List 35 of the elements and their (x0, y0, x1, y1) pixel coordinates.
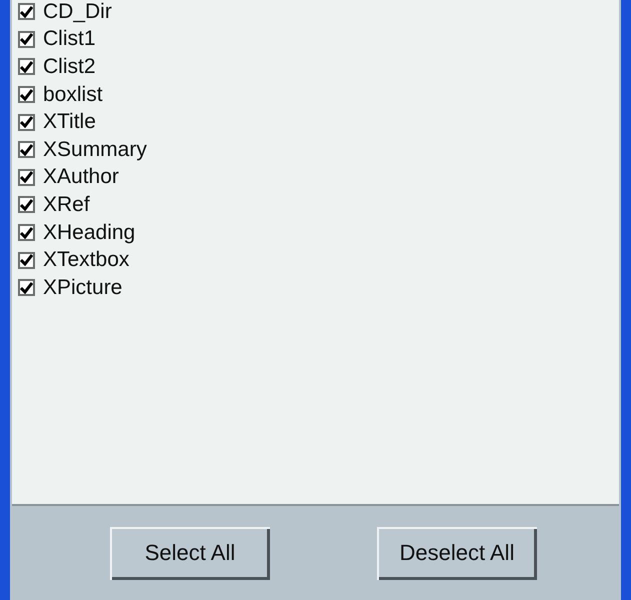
check-mark-icon (20, 116, 33, 128)
checkbox-label: XTitle (43, 110, 96, 134)
checkbox-label: Clist2 (43, 54, 96, 79)
check-mark-icon (20, 171, 33, 184)
checkbox-label: XPicture (43, 276, 122, 300)
checkbox[interactable] (18, 224, 35, 242)
checkbox[interactable] (18, 196, 35, 214)
check-mark-icon (20, 282, 33, 294)
check-mark-icon (20, 6, 33, 18)
checkbox[interactable] (18, 58, 35, 76)
checkbox-label: XRef (43, 192, 90, 217)
check-mark-icon (20, 254, 33, 266)
checkbox-label: XTextbox (43, 248, 130, 272)
check-mark-icon (20, 33, 33, 46)
checkbox-label: XSummary (43, 138, 147, 162)
checkbox-label: XAuthor (43, 165, 119, 190)
checkbox[interactable] (18, 141, 35, 158)
checkbox[interactable] (18, 168, 35, 186)
select-all-button[interactable]: Select All (110, 526, 270, 580)
checkbox-label: XHeading (43, 220, 136, 245)
checkbox[interactable] (18, 30, 35, 48)
checkbox-label: Clist1 (43, 27, 96, 52)
check-mark-icon (20, 198, 33, 211)
checkbox[interactable] (18, 114, 35, 131)
checkbox-label: CD_Dir (43, 0, 112, 24)
checkbox[interactable] (18, 279, 35, 296)
check-mark-icon (20, 144, 33, 156)
checkbox[interactable] (18, 86, 35, 104)
check-mark-icon (20, 88, 33, 101)
check-mark-icon (20, 226, 33, 239)
checkbox[interactable] (18, 252, 35, 269)
checkbox-label: boxlist (43, 82, 103, 107)
deselect-all-button[interactable]: Deselect All (377, 526, 537, 580)
checkbox[interactable] (18, 3, 35, 20)
check-mark-icon (20, 60, 33, 73)
